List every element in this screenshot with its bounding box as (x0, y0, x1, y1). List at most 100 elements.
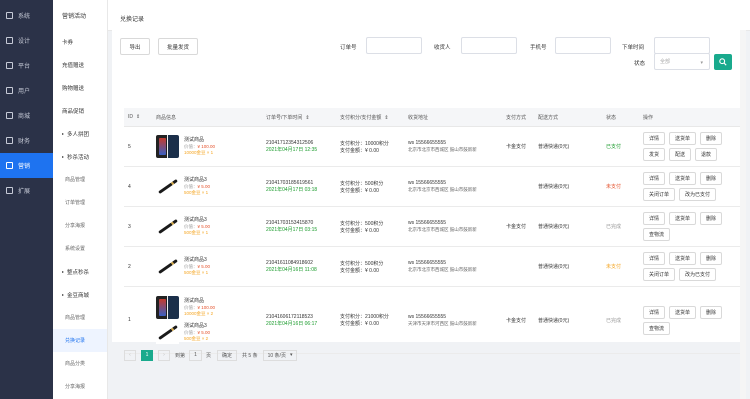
table-row: 4 测试商品3 价值：¥ 5.00 500金豆 × 1 2104170318561956… (124, 166, 741, 207)
page-jump-input[interactable]: 1 (189, 349, 203, 361)
sidebar-item-6[interactable]: 营销 (0, 153, 53, 178)
action-button[interactable]: 改为已支付 (679, 268, 717, 281)
order-time-input[interactable] (654, 37, 710, 54)
action-button[interactable]: 查物流 (643, 321, 671, 335)
amount-paid: 支付金额：¥ 0.00 (340, 187, 400, 194)
submenu-group[interactable]: ▸ 整点秒杀 (53, 260, 107, 283)
confirm-page-button[interactable]: 确定 (217, 349, 238, 361)
points-paid-label: 支付积分： (340, 180, 366, 187)
export-button[interactable]: 导出 (120, 38, 150, 55)
scrollbar[interactable] (740, 30, 746, 399)
action-button[interactable]: 送货单 (669, 305, 697, 319)
action-button[interactable]: 关闭订单 (643, 188, 676, 201)
submenu-subitem[interactable]: 兑换记录 (53, 329, 107, 352)
action-button[interactable]: 送货单 (669, 212, 697, 225)
actions-cell: 详情 送货单 删除发货 配送 退款 (639, 126, 741, 167)
product-info: 测试商品 价值：¥ 100.00 10000金豆 × 2 (184, 298, 215, 317)
menu-icon (6, 187, 13, 194)
sort-icon[interactable]: ⇕ (136, 114, 140, 120)
search-button[interactable] (714, 54, 732, 70)
order-cell: 210417123543125​06 2021年04月17日 12:35 (262, 126, 336, 167)
expand-arrow-icon: ▸ (62, 131, 65, 136)
action-button[interactable]: 详情 (643, 305, 666, 319)
submenu-subitem[interactable]: 分享海报 (53, 375, 107, 398)
sidebar-item-5[interactable]: 财务 (0, 128, 53, 153)
action-buttons: 详情 送货单 删除发货 配送 退款 (643, 132, 729, 161)
expand-arrow-icon: ▸ (62, 292, 65, 297)
action-button[interactable]: 删除 (700, 252, 723, 265)
sidebar-item-label: 营销 (18, 164, 31, 170)
sort-icon[interactable]: ⇕ (305, 115, 309, 121)
action-button[interactable]: 发货 (643, 148, 666, 161)
status-select[interactable]: 全部 ▾ (654, 53, 710, 70)
delivery-method: 普通快递(0元) (534, 286, 602, 354)
amount-paid-label: 支付金额： (340, 321, 366, 327)
price-value: ¥ 5.00 (197, 264, 211, 269)
price-label: 价值： (184, 144, 198, 149)
submenu-subitem[interactable]: 商品分类 (53, 352, 107, 375)
submenu-subitem[interactable]: 订单管理 (53, 191, 107, 214)
receiver-input[interactable] (461, 37, 517, 54)
sidebar-item-1[interactable]: 设计 (0, 28, 53, 53)
main-content: 兑换记录 导出 批量发货 订单号 收货人 手机号 下单时间 状态 全部 ▾ ID… (108, 0, 750, 399)
status-badge: 未支付 (602, 246, 639, 287)
action-button[interactable]: 送货单 (669, 172, 697, 185)
action-button[interactable]: 送货单 (669, 132, 697, 145)
receiver-label: 收货人 (434, 45, 451, 51)
sidebar-item-2[interactable]: 平台 (0, 53, 53, 78)
submenu-subitem[interactable]: 商品管理 (53, 168, 107, 191)
address-detail: 北京市北京市西城区 鼓山市鼓新新 (408, 227, 477, 232)
submenu-item[interactable]: 购物赠送 (53, 76, 107, 99)
address-cell: ws 15566655555 北京市北京市西城区 鼓山市鼓新新 (404, 246, 502, 287)
submenu-subitem[interactable]: 系统设置 (53, 237, 107, 260)
page-1-button[interactable]: 1 (141, 349, 153, 361)
phone-product-image (156, 135, 179, 158)
product-item: 测试商品3 价值：¥ 5.00 500金豆 × 1 (156, 175, 258, 198)
sidebar-item-label: 用户 (18, 89, 31, 95)
column-header-label: 状态 (606, 114, 617, 121)
action-button[interactable]: 送货单 (669, 252, 697, 265)
sidebar-item-0[interactable]: 系统 (0, 3, 53, 28)
action-button[interactable]: 退款 (695, 148, 718, 161)
menu-icon (6, 87, 13, 94)
action-button[interactable]: 改为已支付 (679, 188, 717, 201)
action-button[interactable]: 删除 (700, 172, 723, 185)
points-paid-value: 500积分 (365, 180, 384, 187)
submenu-item[interactable]: 充值赠送 (53, 53, 107, 76)
amount-paid-value: ¥ 0.00 (365, 227, 379, 234)
action-button[interactable]: 详情 (643, 172, 666, 185)
table-header: ID ⇕ 商品信息 订单号/下单时间 ⇕ 支付积分/支付金额 ⇕ 收货地址 支付方式 配送方式 状态… (124, 108, 741, 127)
order-no-input[interactable] (366, 37, 422, 54)
sidebar-item-7[interactable]: 扩展 (0, 178, 53, 203)
action-button[interactable]: 详情 (643, 132, 666, 145)
phone-input[interactable] (555, 37, 611, 54)
sidebar-item-3[interactable]: 用户 (0, 78, 53, 103)
submenu-subitem[interactable]: 商品管理 (53, 306, 107, 329)
submenu-item[interactable]: 商品促销 (53, 99, 107, 122)
action-button[interactable]: 详情 (643, 212, 666, 225)
batch-ship-button[interactable]: 批量发货 (158, 38, 198, 55)
submenu-item[interactable]: 卡券 (53, 30, 107, 53)
sort-icon[interactable]: ⇕ (384, 115, 388, 121)
sidebar-item-label: 平台 (18, 64, 31, 70)
sidebar-item-4[interactable]: 商城 (0, 103, 53, 128)
product-info: 测试商品3 价值：¥ 5.00 500金豆 × 1 (184, 257, 210, 276)
submenu-group[interactable]: ▸ 金豆商城 (53, 283, 107, 306)
action-button[interactable]: 删除 (700, 132, 723, 145)
action-button[interactable]: 删除 (700, 212, 723, 225)
submenu-group[interactable]: ▸ 秒杀活动 (53, 145, 107, 168)
next-page-button[interactable]: › (158, 349, 170, 361)
action-button[interactable]: 配送 (669, 148, 692, 161)
submenu-group[interactable]: ▸ 多人拼团 (53, 122, 107, 145)
action-button[interactable]: 关闭订单 (643, 268, 676, 281)
payment-cell: 支付积分：500积分 支付金额：¥ 0.00 (336, 206, 404, 247)
action-button[interactable]: 查物流 (643, 228, 671, 241)
price-value: ¥ 100.00 (197, 305, 216, 310)
submenu-subitem[interactable]: 分享海报 (53, 214, 107, 237)
prev-page-button[interactable]: ‹ (124, 349, 136, 361)
action-button[interactable]: 删除 (700, 305, 723, 319)
amount-paid: 支付金额：¥ 0.00 (340, 147, 400, 154)
page-size-select[interactable]: 10 条/页 ▾ (262, 349, 298, 361)
actions-cell: 详情 送货单 删除查物流 (639, 286, 741, 354)
action-button[interactable]: 详情 (643, 252, 666, 265)
